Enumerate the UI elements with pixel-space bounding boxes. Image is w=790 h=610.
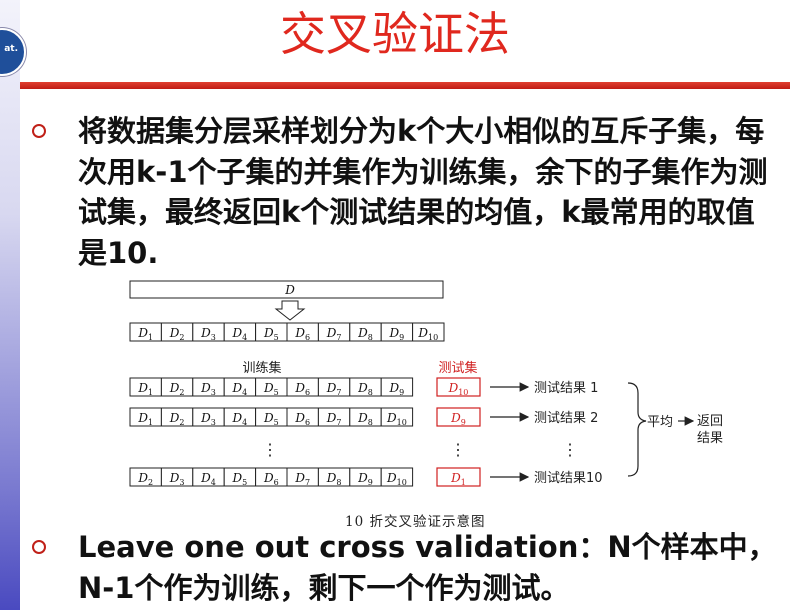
- return-label-1: 返回: [697, 414, 723, 429]
- split-arrow-icon: [274, 300, 306, 321]
- dataset-label: D: [284, 283, 295, 297]
- average-label: 平均: [647, 415, 673, 430]
- return-label-2: 结果: [697, 431, 723, 446]
- test-result-label: 测试结果10: [534, 471, 603, 486]
- aggregate-brace: [627, 382, 647, 477]
- test-result-label: 测试结果 2: [534, 411, 598, 426]
- diagram-caption: 10 折交叉验证示意图: [345, 514, 486, 530]
- test-header: 测试集: [438, 360, 477, 376]
- ellipsis-mark: ⋮: [562, 440, 578, 459]
- test-result-label: 测试结果 1: [534, 381, 598, 396]
- ellipsis-mark: ⋮: [262, 440, 278, 459]
- ellipsis-mark: ⋮: [450, 440, 466, 459]
- train-header: 训练集: [242, 360, 281, 376]
